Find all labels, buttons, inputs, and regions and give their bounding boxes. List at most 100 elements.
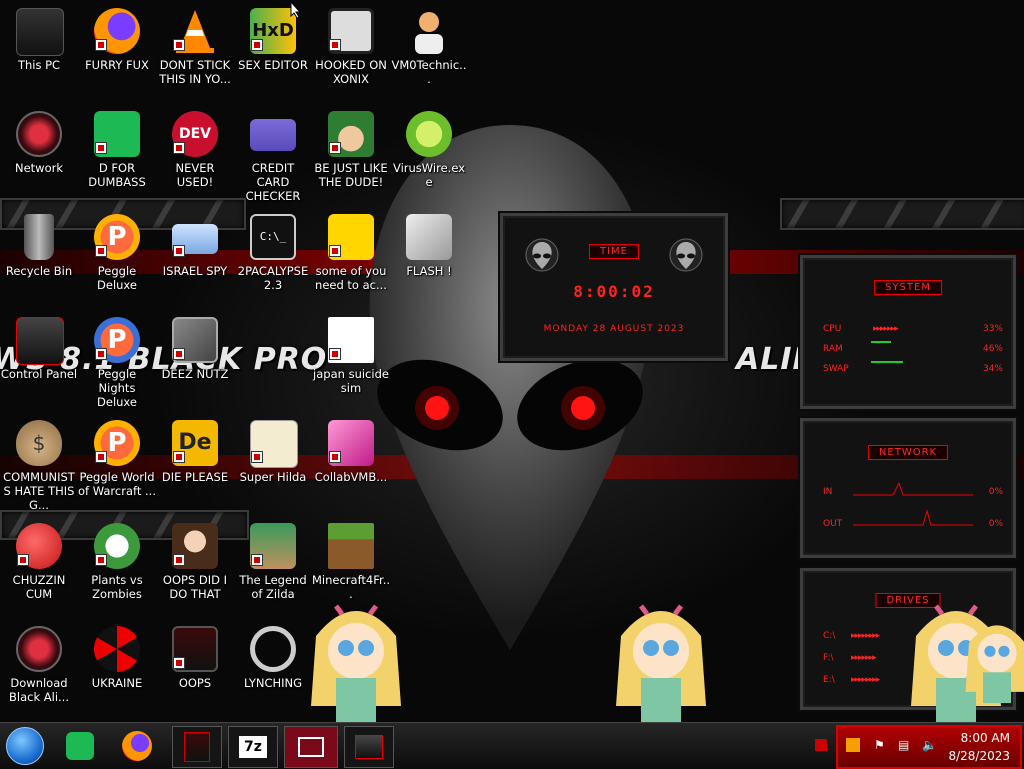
- drive-e-bar: ▸▸▸▸▸▸▸▸: [851, 675, 880, 685]
- system-widget-title: SYSTEM: [874, 280, 942, 295]
- desktop-icon-peggle-deluxe[interactable]: P Peggle Deluxe: [78, 208, 156, 308]
- icon-label: OOPS: [178, 676, 212, 690]
- clock-date: 8/28/2023: [948, 749, 1010, 763]
- desktop-icon-be-just-like-the-dude[interactable]: BE JUST LIKE THE DUDE!: [312, 105, 390, 205]
- icon-label: Minecraft4Fr...: [312, 573, 391, 601]
- desktop-icon-flash[interactable]: FLASH !: [390, 208, 468, 308]
- icon-label: Recycle Bin: [5, 264, 73, 278]
- icon-label: D FOR DUMBASS: [88, 161, 146, 189]
- desktop-icon-oops[interactable]: OOPS: [156, 620, 234, 720]
- cpu-value: 33%: [982, 324, 1003, 334]
- taskbar-firefox-button[interactable]: [115, 726, 159, 766]
- drive-c-bar: ▸▸▸▸▸▸▸▸: [851, 631, 880, 641]
- taskbar-media-button[interactable]: [284, 726, 338, 768]
- desktop-icon-peggle-nights[interactable]: P Peggle Nights Deluxe: [78, 311, 156, 411]
- desktop-icon-dont-stick[interactable]: DONT STICK THIS IN YO...: [156, 2, 234, 102]
- desktop-icon-never-used[interactable]: DEV NEVER USED!: [156, 105, 234, 205]
- icon-label: DEEZ NUTZ: [161, 367, 229, 381]
- desktop-icon-plants-vs-zombies[interactable]: Plants vs Zombies: [78, 517, 156, 617]
- drive-e-label: E:\: [823, 675, 835, 685]
- start-button[interactable]: [3, 726, 47, 766]
- desktop-icon-israel-spy[interactable]: ISRAEL SPY: [156, 208, 234, 308]
- desktop-icon-viruswire[interactable]: VirusWire.exe: [390, 105, 468, 205]
- desktop-icon-furry-fux[interactable]: FURRY FUX: [78, 2, 156, 102]
- action-center-flag-icon[interactable]: ⚑: [874, 738, 888, 752]
- desktop-icon-credit-card-checker[interactable]: CREDIT CARD CHECKER: [234, 105, 312, 205]
- shortcut-arrow-icon: [329, 142, 341, 154]
- desktop-icon-collabvm[interactable]: CollabVMB...: [312, 414, 390, 514]
- desktop-icon-chuzzin-cum[interactable]: CHUZZIN CUM: [0, 517, 78, 617]
- icon-label: VM0Technic...: [391, 58, 467, 86]
- shortcut-arrow-icon: [95, 348, 107, 360]
- technician-icon: [415, 12, 443, 54]
- spotify-icon: [66, 732, 94, 760]
- desktop-icon-d-for-dumbass[interactable]: D FOR DUMBASS: [78, 105, 156, 205]
- time-widget-title: TIME: [588, 244, 640, 259]
- taskbar: 7z ⚑ ▤ 🔈 8:00 AM 8/28/2023: [0, 722, 1024, 769]
- shortcut-arrow-icon: [173, 245, 185, 257]
- icon-label: 2PACALYPSE 2.3: [237, 264, 309, 292]
- time-display: 8:00:02: [573, 282, 655, 301]
- icon-label: Peggle Nights Deluxe: [97, 367, 137, 409]
- shortcut-arrow-icon: [251, 39, 263, 51]
- computer-icon: [16, 8, 64, 56]
- network-out-label: OUT: [823, 519, 843, 529]
- shortcut-arrow-icon: [17, 554, 29, 566]
- desktop-icon-this-pc[interactable]: This PC: [0, 2, 78, 102]
- taskbar-7zip-button[interactable]: 7z: [228, 726, 278, 768]
- desktop-icon-lynching[interactable]: LYNCHING: [234, 620, 312, 720]
- desktop-icon-2pacalypse[interactable]: C:\_ 2PACALYPSE 2.3: [234, 208, 312, 308]
- drive-f-label: F:\: [823, 653, 834, 663]
- ram-label: RAM: [823, 344, 843, 354]
- desktop-icon-hooked-on-xonix[interactable]: HOOKED ON XONIX: [312, 2, 390, 102]
- desktop-icon-peggle-wow[interactable]: P Peggle World of Warcraft ...: [78, 414, 156, 514]
- desktop-icon-oops-did-i-do-that[interactable]: OOPS DID I DO THAT: [156, 517, 234, 617]
- swap-value: 34%: [982, 364, 1003, 374]
- taskbar-alienware-button[interactable]: [172, 726, 222, 768]
- desktop-icon-download-black-alien[interactable]: Download Black Ali...: [0, 620, 78, 720]
- terminal-icon: C:\_: [250, 214, 296, 260]
- volume-icon[interactable]: 🔈: [922, 738, 937, 752]
- shortcut-arrow-icon: [173, 39, 185, 51]
- mouse-cursor-icon: [290, 1, 302, 19]
- icon-label: LYNCHING: [243, 676, 303, 690]
- alien-orb-icon: [16, 626, 62, 672]
- ram-value: 46%: [982, 344, 1003, 354]
- shortcut-arrow-icon: [173, 451, 185, 463]
- shortcut-arrow-icon: [173, 142, 185, 154]
- icon-label: some of you need to ac...: [315, 264, 387, 292]
- network-tray-icon[interactable]: ▤: [898, 738, 912, 752]
- ram-bar: [871, 341, 891, 343]
- date-display: MONDAY 28 AUGUST 2023: [543, 324, 685, 334]
- desktop-icon-japan-suicide-sim[interactable]: japan suicide sim: [312, 311, 390, 411]
- desktop-icon-some-of-you[interactable]: some of you need to ac...: [312, 208, 390, 308]
- show-hidden-icons-button[interactable]: [815, 739, 827, 751]
- shortcut-arrow-icon: [251, 554, 263, 566]
- desktop-icon-network[interactable]: Network: [0, 105, 78, 205]
- desktop-icon-die-please[interactable]: De DIE PLEASE: [156, 414, 234, 514]
- desktop-icon-vm0technic[interactable]: VM0Technic...: [390, 2, 468, 102]
- network-in-label: IN: [823, 487, 833, 497]
- icon-label: japan suicide sim: [313, 367, 389, 395]
- network-out-graph: [853, 509, 973, 526]
- app-tray-icon[interactable]: [846, 738, 860, 752]
- desktop-icon-legend-of-zilda[interactable]: The Legend of Zilda: [234, 517, 312, 617]
- clock[interactable]: 8:00 AM 8/28/2023: [948, 729, 1010, 765]
- desktop-icon-minecraft[interactable]: Minecraft4Fr...: [312, 517, 390, 617]
- icon-label: HOOKED ON XONIX: [315, 58, 387, 86]
- desktop-icon-recycle-bin[interactable]: Recycle Bin: [0, 208, 78, 308]
- taskbar-control-panel-button[interactable]: [344, 726, 394, 768]
- icon-label: Download Black Ali...: [9, 676, 69, 704]
- desktop-icon-super-hilda[interactable]: Super Hilda: [234, 414, 312, 514]
- taskbar-spotify-button[interactable]: [58, 726, 102, 766]
- cartoon-character-image: [965, 625, 1024, 704]
- shortcut-arrow-icon: [251, 451, 263, 463]
- icon-label: CollabVMB...: [314, 470, 388, 484]
- start-orb-icon: [6, 727, 44, 765]
- desktop-icon-communists[interactable]: $ COMMUNISTS HATE THIS G...: [0, 414, 78, 514]
- desktop-icon-control-panel[interactable]: Control Panel: [0, 311, 78, 411]
- network-out-value: 0%: [988, 519, 1003, 529]
- icon-label: VirusWire.exe: [392, 161, 465, 189]
- desktop-icon-deez-nutz[interactable]: DEEZ NUTZ: [156, 311, 234, 411]
- desktop-icon-ukraine[interactable]: UKRAINE: [78, 620, 156, 720]
